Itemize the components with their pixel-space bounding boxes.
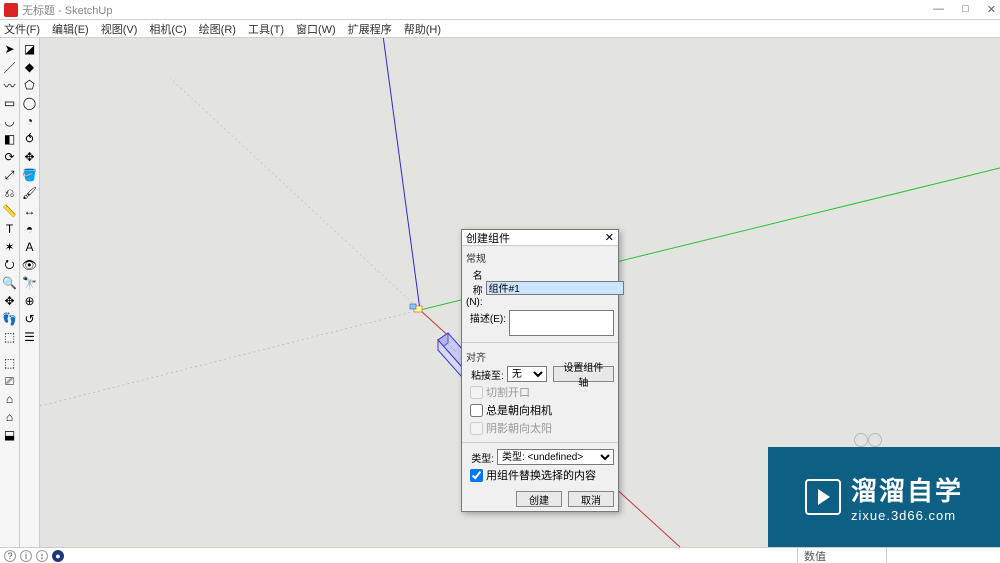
tool-offset[interactable]: ⎌	[2, 185, 18, 201]
chk-replace[interactable]: 用组件替换选择的内容	[470, 467, 614, 483]
tool-shape[interactable]: ◆	[22, 59, 38, 75]
tool-icon-a[interactable]: ⬚	[2, 355, 18, 371]
tool-eraser[interactable]: ◪	[22, 41, 38, 57]
status-bar: ? i ↕ ● 数值	[0, 547, 1000, 563]
set-axes-button[interactable]: 设置组件轴	[553, 366, 614, 382]
dialog-close-icon[interactable]: ✕	[605, 231, 614, 244]
tool-axes[interactable]: ✶	[2, 239, 18, 255]
tool-icon-d[interactable]: ⌂	[2, 409, 18, 425]
window-title: 无标题 - SketchUp	[22, 2, 933, 18]
tool-select[interactable]: ➤	[2, 41, 18, 57]
tool-icon-c[interactable]: ⌂	[2, 391, 18, 407]
chk-cut-input	[470, 386, 483, 399]
chk-shadow-sun: 阴影朝向太阳	[470, 420, 614, 436]
tool-orbit[interactable]: ⭮	[2, 257, 18, 273]
menu-ext[interactable]: 扩展程序	[348, 21, 392, 37]
menu-view[interactable]: 视图(V)	[101, 21, 138, 37]
tool-layers[interactable]: ☰	[22, 329, 38, 345]
tool-walk[interactable]: 👣	[2, 311, 18, 327]
minimize-button[interactable]: —	[933, 3, 944, 16]
window-controls: — □ ✕	[933, 3, 996, 16]
glue-select[interactable]: 无	[507, 366, 547, 382]
tool-pie[interactable]: ◔	[22, 113, 38, 129]
tool-dim[interactable]: ↔	[22, 203, 38, 219]
create-component-dialog: 创建组件 ✕ 常规 名称(N): 描述(E): 对齐 粘接至:	[461, 229, 619, 512]
toolbar-column-2: ◪ ◆ ⬠ ◯ ◔ ⥀ ✥ 🪣 🖌 ↔ ◓ A 👁 🔭 ⊕ ↺ ☰	[20, 38, 40, 547]
value-label: 数值	[797, 548, 886, 563]
tool-freehand[interactable]: 〰	[2, 77, 18, 93]
chk-replace-input[interactable]	[470, 469, 483, 482]
status-icon-3[interactable]: ↕	[36, 550, 48, 562]
watermark-title: 溜溜自学	[851, 471, 963, 508]
tool-scale[interactable]: ⤢	[2, 167, 18, 183]
menu-window[interactable]: 窗口(W)	[296, 21, 336, 37]
play-icon	[805, 479, 841, 515]
chk-face-camera[interactable]: 总是朝向相机	[470, 402, 614, 418]
tool-circle[interactable]: ◯	[22, 95, 38, 111]
tool-text[interactable]: T	[2, 221, 18, 237]
tool-pan[interactable]: ✥	[2, 293, 18, 309]
tool-paint[interactable]: 🖌	[22, 185, 38, 201]
chk-face-camera-input[interactable]	[470, 404, 483, 417]
dialog-titlebar[interactable]: 创建组件 ✕	[462, 230, 618, 246]
cancel-button[interactable]: 取消	[568, 491, 614, 507]
tool-zoomext[interactable]: 🔭	[22, 275, 38, 291]
type-select[interactable]: 类型: <undefined>	[497, 449, 614, 465]
menu-edit[interactable]: 编辑(E)	[52, 21, 89, 37]
tool-line[interactable]: ／	[2, 59, 18, 75]
desc-input[interactable]	[509, 310, 614, 336]
status-icon-1[interactable]: ?	[4, 550, 16, 562]
value-field[interactable]	[886, 548, 996, 563]
tool-color[interactable]: 🪣	[22, 167, 38, 183]
tool-move[interactable]: ✥	[22, 149, 38, 165]
tool-pushpull[interactable]: ◧	[2, 131, 18, 147]
tool-prev[interactable]: ↺	[22, 311, 38, 327]
tool-icon-e[interactable]: ⬓	[2, 427, 18, 443]
dialog-title: 创建组件	[466, 230, 605, 246]
title-bar: 无标题 - SketchUp — □ ✕	[0, 0, 1000, 20]
glue-label: 粘接至:	[466, 367, 504, 382]
tool-rotate[interactable]: ⟳	[2, 149, 18, 165]
toolbar-column-1: ➤ ／ 〰 ▭ ◡ ◧ ⟳ ⤢ ⎌ 📏 T ✶ ⭮ 🔍 ✥ 👣 ⬚ ⬚ ⎚ ⌂ ⌂ ⬓	[0, 38, 20, 547]
tool-zoom[interactable]: 🔍	[2, 275, 18, 291]
status-icon-4[interactable]: ●	[52, 550, 64, 562]
menu-draw[interactable]: 绘图(R)	[199, 21, 236, 37]
tool-look[interactable]: 👁	[22, 257, 38, 273]
menu-tools[interactable]: 工具(T)	[248, 21, 284, 37]
app-icon	[4, 3, 18, 17]
tool-rectangle[interactable]: ▭	[2, 95, 18, 111]
create-button[interactable]: 创建	[516, 491, 562, 507]
close-button[interactable]: ✕	[987, 3, 996, 16]
name-label: 名称(N):	[466, 267, 483, 308]
section-general: 常规	[466, 250, 614, 265]
tool-follow[interactable]: ⥀	[22, 131, 38, 147]
menu-help[interactable]: 帮助(H)	[404, 21, 441, 37]
tool-3dtext[interactable]: A	[22, 239, 38, 255]
tool-arc[interactable]: ◡	[2, 113, 18, 129]
tool-position[interactable]: ⊕	[22, 293, 38, 309]
tool-polygon[interactable]: ⬠	[22, 77, 38, 93]
menu-file[interactable]: 文件(F)	[4, 21, 40, 37]
chk-shadow-input	[470, 422, 483, 435]
tool-icon-b[interactable]: ⎚	[2, 373, 18, 389]
type-label: 类型:	[466, 450, 494, 465]
desc-label: 描述(E):	[466, 310, 506, 325]
menu-bar: 文件(F) 编辑(E) 视图(V) 相机(C) 绘图(R) 工具(T) 窗口(W…	[0, 20, 1000, 38]
watermark-url: zixue.3d66.com	[851, 508, 956, 523]
maximize-button[interactable]: □	[962, 3, 969, 16]
tool-protractor[interactable]: ◓	[22, 221, 38, 237]
menu-camera[interactable]: 相机(C)	[149, 21, 186, 37]
status-icon-2[interactable]: i	[20, 550, 32, 562]
watermark: 溜溜自学 zixue.3d66.com	[768, 447, 1000, 547]
tool-tape[interactable]: 📏	[2, 203, 18, 219]
tool-section[interactable]: ⬚	[2, 329, 18, 345]
name-input[interactable]	[486, 281, 624, 295]
